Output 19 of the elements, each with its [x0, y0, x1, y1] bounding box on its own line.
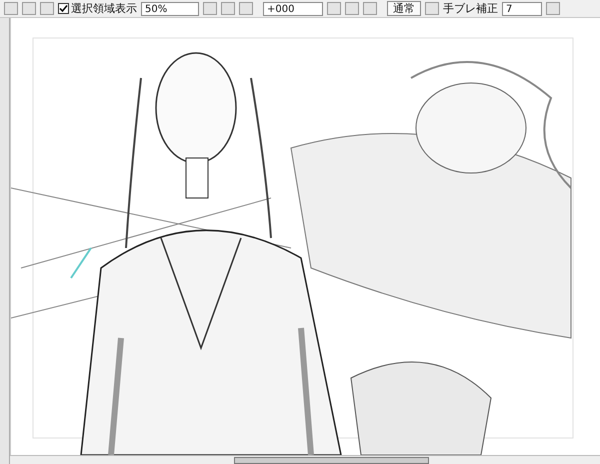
zoom-button[interactable]: [203, 2, 217, 15]
horizontal-scrollbar[interactable]: [10, 455, 600, 464]
dropdown-button[interactable]: [546, 2, 560, 15]
toolbar-button[interactable]: [4, 2, 18, 15]
zoom-button[interactable]: [239, 2, 253, 15]
toolbar-button[interactable]: [22, 2, 36, 15]
checkbox-label: 選択領域表示: [71, 1, 137, 16]
rotate-button[interactable]: [363, 2, 377, 15]
blend-mode-dropdown[interactable]: 通常: [387, 1, 421, 16]
zoom-field[interactable]: 50%: [141, 2, 199, 16]
checkbox[interactable]: [58, 3, 69, 14]
scrollbar-thumb[interactable]: [234, 456, 429, 464]
rotate-button[interactable]: [327, 2, 341, 15]
zoom-button[interactable]: [221, 2, 235, 15]
rotation-field[interactable]: +000: [263, 2, 323, 16]
toolbar-button[interactable]: [425, 2, 439, 15]
stabilizer-label: 手ブレ補正: [443, 1, 498, 16]
stabilizer-field[interactable]: 7: [502, 2, 542, 16]
rotate-button[interactable]: [345, 2, 359, 15]
